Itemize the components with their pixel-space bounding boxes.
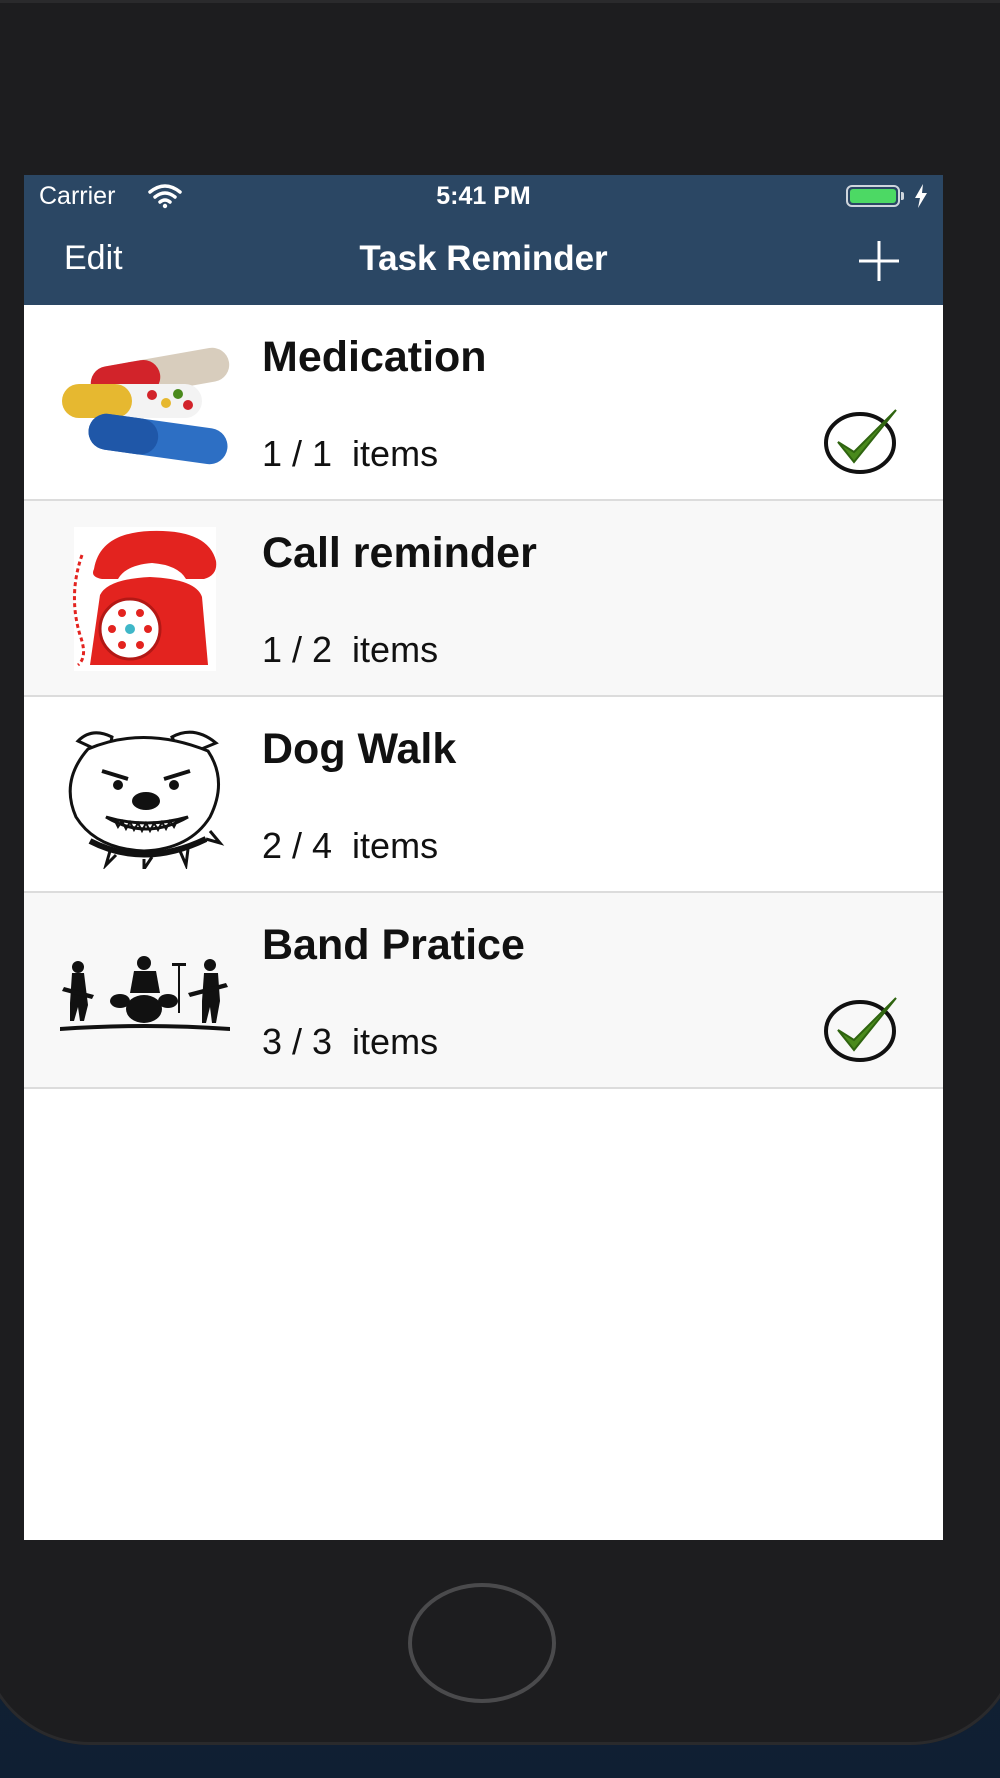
status-time: 5:41 PM xyxy=(436,182,531,210)
task-list: Medication 1 / 1 items Call reminder 1 /… xyxy=(24,305,943,1089)
phone-frame: Carrier 5:41 PM Edit Task Reminder Medic… xyxy=(0,0,1000,1745)
home-button[interactable] xyxy=(408,1583,556,1703)
battery-fill xyxy=(850,189,896,203)
task-count: 1 / 2 items xyxy=(262,629,439,670)
task-count: 1 / 1 items xyxy=(262,433,439,474)
battery-icon xyxy=(846,185,900,207)
task-row-medication[interactable]: Medication 1 / 1 items xyxy=(24,305,943,501)
plus-icon[interactable] xyxy=(856,238,902,284)
task-row-band-pratice[interactable]: Band Pratice 3 / 3 items xyxy=(24,893,943,1089)
task-title: Medication xyxy=(262,333,487,381)
task-count: 2 / 4 items xyxy=(262,825,439,866)
check-mark-icon xyxy=(824,409,897,474)
task-title: Band Pratice xyxy=(262,921,525,969)
app-screen: Carrier 5:41 PM Edit Task Reminder Medic… xyxy=(24,175,943,1540)
task-title: Call reminder xyxy=(262,529,537,577)
task-count: 3 / 3 items xyxy=(262,1021,439,1062)
red-telephone-image xyxy=(73,527,217,671)
page-title: Task Reminder xyxy=(359,239,608,278)
check-mark-icon xyxy=(824,997,897,1062)
task-row-dog-walk[interactable]: Dog Walk 2 / 4 items xyxy=(24,697,943,893)
task-row-call-reminder[interactable]: Call reminder 1 / 2 items xyxy=(24,501,943,697)
bulldog-image xyxy=(68,730,225,869)
battery-cap xyxy=(901,192,904,200)
band-silhouette-image xyxy=(60,956,230,1031)
charging-bolt-icon xyxy=(915,184,927,208)
status-bar: Carrier 5:41 PM xyxy=(24,175,943,217)
task-title: Dog Walk xyxy=(262,725,457,773)
pills-image xyxy=(62,347,230,465)
navigation-bar: Edit Task Reminder xyxy=(24,217,943,305)
